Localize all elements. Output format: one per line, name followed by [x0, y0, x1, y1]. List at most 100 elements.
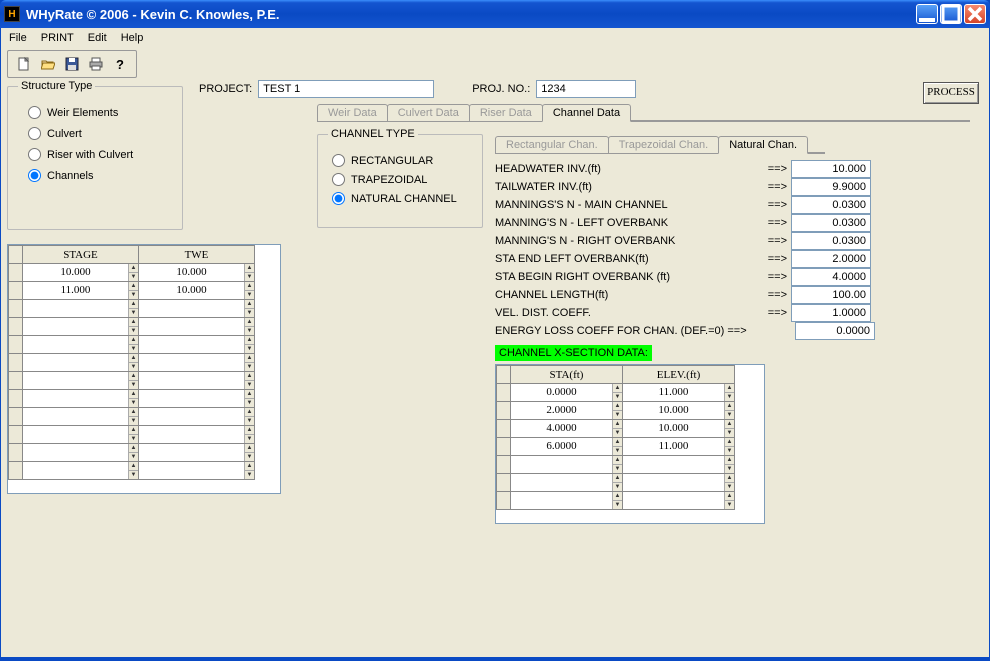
- spinner[interactable]: ▲▼: [244, 408, 254, 425]
- spin-up-icon[interactable]: ▲: [725, 420, 734, 429]
- spinner[interactable]: ▲▼: [128, 300, 138, 317]
- spin-up-icon[interactable]: ▲: [725, 402, 734, 411]
- grid-cell[interactable]: 10.000▲▼: [139, 264, 255, 282]
- cell-value[interactable]: [139, 426, 244, 443]
- menu-print[interactable]: PRINT: [41, 32, 74, 44]
- spinner[interactable]: ▲▼: [612, 420, 622, 437]
- cell-value[interactable]: [139, 390, 244, 407]
- spinner[interactable]: ▲▼: [128, 426, 138, 443]
- cell-value[interactable]: 6.0000: [511, 438, 612, 455]
- radio-culvert-input[interactable]: [28, 127, 41, 140]
- spin-down-icon[interactable]: ▼: [245, 273, 254, 281]
- cell-value[interactable]: [23, 444, 128, 461]
- spin-up-icon[interactable]: ▲: [245, 390, 254, 399]
- cell-value[interactable]: 10.000: [139, 264, 244, 281]
- param-input[interactable]: [791, 196, 871, 214]
- tab-trap-chan[interactable]: Trapezoidal Chan.: [608, 136, 719, 153]
- spin-down-icon[interactable]: ▼: [129, 291, 138, 299]
- cell-value[interactable]: 10.000: [139, 282, 244, 299]
- grid-cell[interactable]: ▲▼: [623, 474, 735, 492]
- radio-weir-input[interactable]: [28, 106, 41, 119]
- spin-up-icon[interactable]: ▲: [613, 402, 622, 411]
- spin-up-icon[interactable]: ▲: [245, 282, 254, 291]
- spin-down-icon[interactable]: ▼: [245, 327, 254, 335]
- tab-riser-data[interactable]: Riser Data: [469, 104, 543, 121]
- project-input[interactable]: [258, 80, 434, 98]
- grid-cell[interactable]: 2.0000▲▼: [511, 402, 623, 420]
- spinner[interactable]: ▲▼: [244, 444, 254, 461]
- spin-down-icon[interactable]: ▼: [245, 399, 254, 407]
- spinner[interactable]: ▲▼: [128, 264, 138, 281]
- radio-trap[interactable]: TRAPEZOIDAL: [332, 173, 472, 186]
- spinner[interactable]: ▲▼: [128, 372, 138, 389]
- grid-cell[interactable]: ▲▼: [23, 318, 139, 336]
- cell-value[interactable]: 4.0000: [511, 420, 612, 437]
- grid-cell[interactable]: ▲▼: [139, 408, 255, 426]
- spin-up-icon[interactable]: ▲: [245, 300, 254, 309]
- tab-rect-chan[interactable]: Rectangular Chan.: [495, 136, 609, 153]
- radio-riser-input[interactable]: [28, 148, 41, 161]
- spin-down-icon[interactable]: ▼: [245, 345, 254, 353]
- spin-down-icon[interactable]: ▼: [613, 429, 622, 437]
- spin-down-icon[interactable]: ▼: [613, 501, 622, 509]
- row-header[interactable]: [497, 438, 511, 456]
- menu-edit[interactable]: Edit: [88, 32, 107, 44]
- row-header[interactable]: [497, 384, 511, 402]
- spin-up-icon[interactable]: ▲: [129, 264, 138, 273]
- spin-down-icon[interactable]: ▼: [129, 453, 138, 461]
- radio-trap-input[interactable]: [332, 173, 345, 186]
- row-header[interactable]: [9, 408, 23, 426]
- spin-up-icon[interactable]: ▲: [245, 264, 254, 273]
- radio-channels[interactable]: Channels: [28, 169, 172, 182]
- row-header[interactable]: [9, 462, 23, 480]
- cell-value[interactable]: [23, 390, 128, 407]
- spinner[interactable]: ▲▼: [612, 402, 622, 419]
- spin-down-icon[interactable]: ▼: [129, 399, 138, 407]
- spin-up-icon[interactable]: ▲: [613, 420, 622, 429]
- spin-up-icon[interactable]: ▲: [129, 408, 138, 417]
- spinner[interactable]: ▲▼: [244, 318, 254, 335]
- spin-down-icon[interactable]: ▼: [725, 447, 734, 455]
- spin-down-icon[interactable]: ▼: [245, 471, 254, 479]
- cell-value[interactable]: [139, 336, 244, 353]
- cell-value[interactable]: [511, 474, 612, 491]
- row-header[interactable]: [9, 444, 23, 462]
- spin-down-icon[interactable]: ▼: [245, 309, 254, 317]
- row-header[interactable]: [9, 390, 23, 408]
- new-icon[interactable]: [12, 53, 36, 75]
- spin-down-icon[interactable]: ▼: [613, 483, 622, 491]
- spin-down-icon[interactable]: ▼: [725, 465, 734, 473]
- spin-up-icon[interactable]: ▲: [129, 318, 138, 327]
- grid-cell[interactable]: 6.0000▲▼: [511, 438, 623, 456]
- grid-cell[interactable]: 10.000▲▼: [623, 402, 735, 420]
- spin-up-icon[interactable]: ▲: [725, 492, 734, 501]
- grid-cell[interactable]: ▲▼: [511, 492, 623, 510]
- spin-up-icon[interactable]: ▲: [245, 372, 254, 381]
- grid-cell[interactable]: ▲▼: [23, 300, 139, 318]
- spin-down-icon[interactable]: ▼: [129, 435, 138, 443]
- grid-cell[interactable]: ▲▼: [23, 444, 139, 462]
- param-input[interactable]: [791, 214, 871, 232]
- spin-up-icon[interactable]: ▲: [129, 372, 138, 381]
- spin-down-icon[interactable]: ▼: [245, 435, 254, 443]
- spin-up-icon[interactable]: ▲: [245, 426, 254, 435]
- spinner[interactable]: ▲▼: [128, 354, 138, 371]
- cell-value[interactable]: 10.000: [623, 420, 724, 437]
- spinner[interactable]: ▲▼: [244, 354, 254, 371]
- spin-down-icon[interactable]: ▼: [613, 411, 622, 419]
- cell-value[interactable]: [23, 408, 128, 425]
- tab-culvert-data[interactable]: Culvert Data: [387, 104, 470, 121]
- spin-down-icon[interactable]: ▼: [129, 363, 138, 371]
- spinner[interactable]: ▲▼: [128, 336, 138, 353]
- spin-down-icon[interactable]: ▼: [129, 417, 138, 425]
- cell-value[interactable]: [511, 492, 612, 509]
- radio-weir[interactable]: Weir Elements: [28, 106, 172, 119]
- spin-up-icon[interactable]: ▲: [129, 462, 138, 471]
- spin-up-icon[interactable]: ▲: [245, 408, 254, 417]
- spin-up-icon[interactable]: ▲: [245, 462, 254, 471]
- radio-nat[interactable]: NATURAL CHANNEL: [332, 192, 472, 205]
- spin-up-icon[interactable]: ▲: [129, 282, 138, 291]
- spinner[interactable]: ▲▼: [244, 282, 254, 299]
- grid-cell[interactable]: ▲▼: [139, 318, 255, 336]
- cell-value[interactable]: [511, 456, 612, 473]
